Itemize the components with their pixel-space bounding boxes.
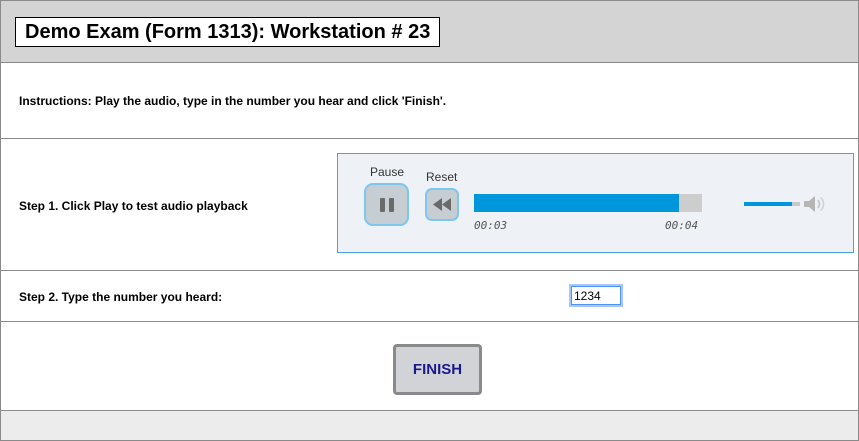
volume-slider[interactable] bbox=[744, 202, 800, 206]
speaker-icon[interactable] bbox=[804, 195, 828, 213]
finish-button[interactable]: FINISH bbox=[393, 344, 482, 395]
volume-fill bbox=[744, 202, 792, 206]
rewind-icon bbox=[433, 198, 451, 211]
step2-label: Step 2. Type the number you heard: bbox=[19, 290, 223, 304]
page-title: Demo Exam (Form 1313): Workstation # 23 bbox=[15, 17, 441, 47]
instructions-row: Instructions: Play the audio, type in th… bbox=[1, 63, 858, 139]
progress-bar[interactable] bbox=[474, 194, 702, 212]
audio-player: Pause Reset 00:03 00:04 bbox=[337, 153, 854, 253]
progress-fill bbox=[474, 194, 680, 212]
finish-row: FINISH bbox=[1, 322, 858, 411]
answer-input[interactable] bbox=[571, 286, 621, 305]
pause-label: Pause bbox=[370, 165, 405, 179]
header-bar: Demo Exam (Form 1313): Workstation # 23 bbox=[1, 1, 858, 63]
reset-button[interactable] bbox=[425, 188, 459, 221]
pause-button[interactable] bbox=[364, 183, 409, 226]
exam-window: Demo Exam (Form 1313): Workstation # 23 … bbox=[0, 0, 859, 441]
duration-time: 00:04 bbox=[665, 219, 699, 232]
footer-bar bbox=[1, 411, 858, 440]
current-time: 00:03 bbox=[474, 219, 508, 232]
reset-label: Reset bbox=[426, 170, 458, 184]
instructions-text: Instructions: Play the audio, type in th… bbox=[19, 94, 447, 108]
step2-row: Step 2. Type the number you heard: bbox=[1, 271, 858, 322]
step1-row: Step 1. Click Play to test audio playbac… bbox=[1, 139, 858, 271]
step1-label: Step 1. Click Play to test audio playbac… bbox=[19, 199, 248, 213]
